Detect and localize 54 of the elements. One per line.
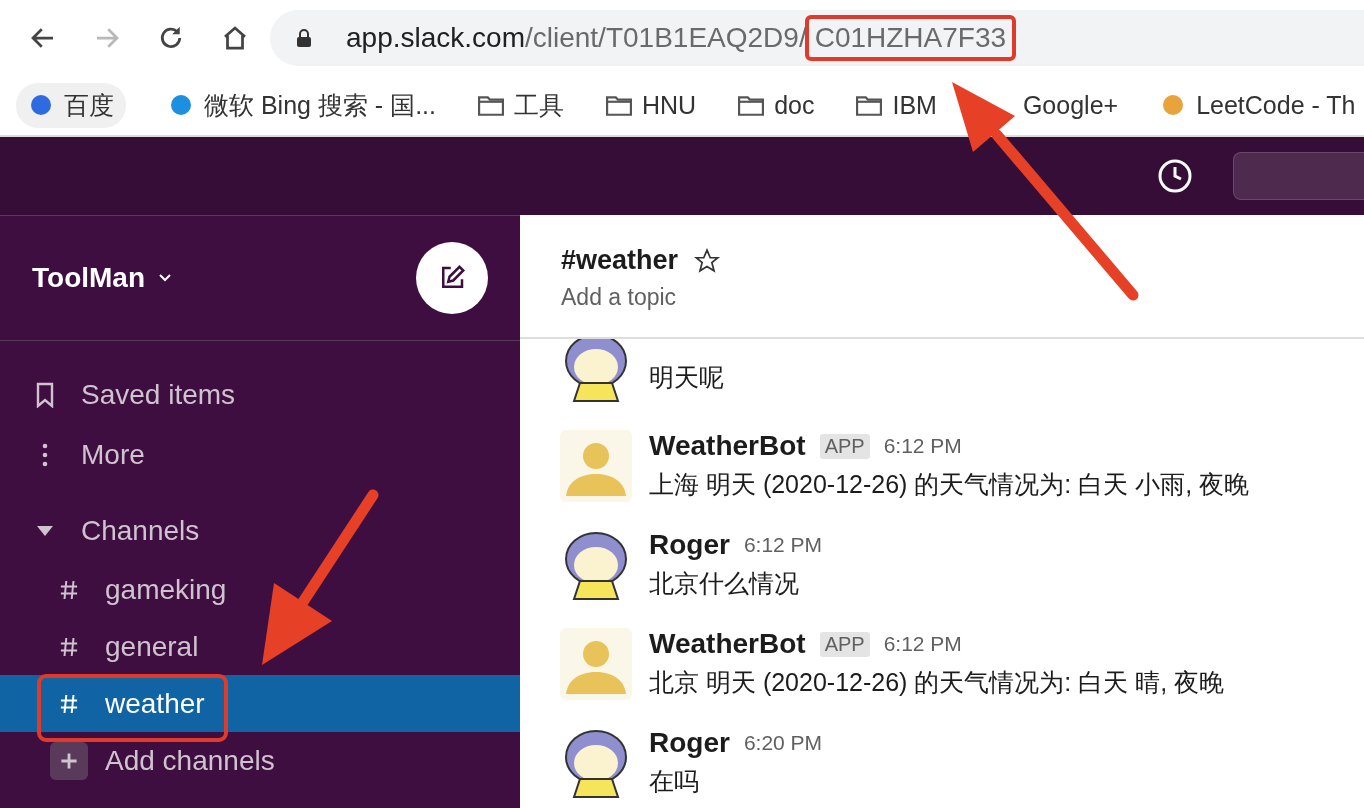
folder-icon: [606, 93, 632, 117]
bookmark[interactable]: 百度: [16, 82, 126, 128]
site-icon: [28, 93, 54, 117]
bookmark[interactable]: IBM: [856, 90, 937, 120]
folder-icon: [478, 93, 504, 117]
channel-item[interactable]: weather: [0, 675, 520, 732]
bookmark[interactable]: doc: [738, 90, 815, 120]
message-text: 在吗: [649, 766, 700, 797]
message-time[interactable]: 6:12 PM: [883, 632, 962, 656]
channel-item[interactable]: gameking: [0, 561, 520, 618]
add-topic-link[interactable]: Add a topic: [561, 284, 1364, 311]
channels-section[interactable]: Channels: [0, 501, 520, 561]
hash-icon: [60, 692, 78, 715]
bookmark[interactable]: HNU: [606, 90, 697, 120]
author-name[interactable]: Roger: [649, 727, 730, 759]
bookmark[interactable]: Google+: [1022, 90, 1119, 120]
message-time[interactable]: 6:12 PM: [743, 533, 823, 557]
sidebar-item[interactable]: Saved items: [0, 365, 520, 425]
chevron-icon: [159, 274, 171, 282]
bookmark-icon: [35, 382, 55, 408]
history-icon[interactable]: [1157, 158, 1193, 194]
add-channels-item[interactable]: Add channels: [0, 732, 520, 789]
star-icon[interactable]: [694, 247, 721, 274]
app-badge: APP: [819, 631, 870, 657]
url-channel-id: C01HZHA7F33: [814, 21, 1007, 53]
app-badge: APP: [819, 433, 870, 459]
bookmark[interactable]: LeetCode - Th: [1160, 90, 1356, 120]
message-text: 北京什么情况: [649, 568, 800, 599]
message-text: 北京 明天 (2020-12-26) 的天气情况为: 白天 晴, 夜晚: [649, 667, 1225, 698]
bookmark[interactable]: 微软 Bing 搜索 - 国...: [168, 88, 436, 122]
message-text: 明天呢: [649, 362, 724, 393]
url-path: /client/T01B1EAQ2D9/: [524, 21, 807, 54]
channel-item[interactable]: general: [0, 618, 520, 675]
search-field[interactable]: [1233, 152, 1364, 200]
channel-title[interactable]: #weather: [561, 245, 679, 276]
site-icon: [168, 93, 194, 117]
url-host: app.slack.com: [346, 21, 525, 54]
folder-icon: [738, 93, 765, 117]
author-name[interactable]: WeatherBot: [649, 628, 806, 660]
bookmark[interactable]: 工具: [478, 88, 564, 122]
workspace-menu[interactable]: ToolMan: [32, 262, 171, 294]
address-bar[interactable]: app.slack.com/client/T01B1EAQ2D9/ C01HZHA7F33: [270, 9, 1364, 66]
hash-icon: [60, 635, 78, 658]
caret-icon: [35, 525, 55, 537]
message-time[interactable]: 6:12 PM: [883, 434, 962, 458]
hash-icon: [60, 578, 78, 601]
author-name[interactable]: Roger: [649, 529, 730, 561]
sidebar-item[interactable]: More: [0, 425, 520, 485]
plus-icon: [50, 741, 88, 780]
message-time[interactable]: 6:20 PM: [743, 731, 823, 755]
message-text: 上海 明天 (2020-12-26) 的天气情况为: 白天 小雨, 夜晚: [649, 469, 1250, 500]
folder-icon: [856, 93, 883, 117]
lock-icon: [296, 28, 312, 47]
author-name[interactable]: WeatherBot: [649, 430, 806, 462]
